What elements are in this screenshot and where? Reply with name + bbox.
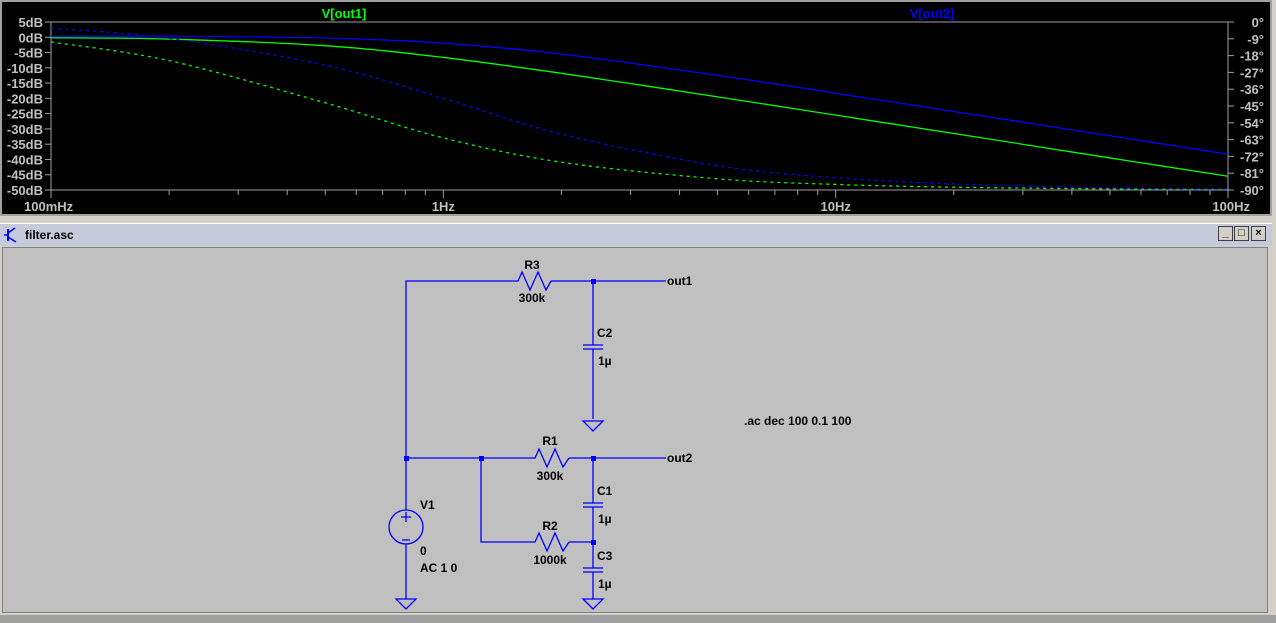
y-right-tick-label: -63° bbox=[1240, 133, 1264, 148]
v1-name: V1 bbox=[420, 498, 435, 512]
y-left-tick-label: -10dB bbox=[7, 61, 43, 76]
y-right-tick-label: -27° bbox=[1240, 65, 1264, 80]
net-label-out2[interactable]: out2 bbox=[667, 451, 693, 465]
y-left-tick-label: -5dB bbox=[14, 46, 43, 61]
trace-vout2-phase bbox=[50, 27, 1229, 190]
schematic-window-titlebar[interactable]: filter.asc _ □ × bbox=[0, 223, 1272, 246]
y-left-tick-label: -40dB bbox=[7, 152, 43, 167]
trace-vout2-magnitude bbox=[50, 35, 1229, 155]
y-left-tick-label: -30dB bbox=[7, 122, 43, 137]
y-left-tick-label: -20dB bbox=[7, 91, 43, 106]
c3-name: C3 bbox=[597, 549, 613, 563]
resistor-r3[interactable] bbox=[514, 270, 552, 292]
schematic-window-title: filter.asc bbox=[25, 228, 74, 242]
y-right-tick-label: -54° bbox=[1240, 116, 1264, 131]
trace-vout1-magnitude bbox=[50, 37, 1229, 177]
y-right-tick-label: -9° bbox=[1247, 32, 1264, 47]
y-right-tick-label: -81° bbox=[1240, 166, 1264, 181]
resistor-r1[interactable] bbox=[531, 447, 570, 469]
plot-axes: 5dB0dB-5dB-10dB-15dB-20dB-25dB-30dB-35dB… bbox=[7, 15, 1264, 214]
x-tick-label: 10Hz bbox=[820, 199, 851, 214]
plot-traces bbox=[50, 27, 1229, 191]
x-tick-label: 1Hz bbox=[432, 199, 456, 214]
y-right-tick-label: 0° bbox=[1252, 15, 1264, 30]
y-left-tick-label: -15dB bbox=[7, 76, 43, 91]
ground-icon bbox=[394, 598, 418, 610]
c3-value[interactable]: 1µ bbox=[598, 577, 612, 591]
waveform-plot-pane[interactable]: 5dB 0dB -5dB -10dB -15dB -20dB -25dB -30dB -35dB… bbox=[0, 0, 1272, 216]
close-button[interactable]: × bbox=[1251, 226, 1266, 241]
r1-name: R1 bbox=[542, 434, 558, 448]
y-left-tick-label: 0dB bbox=[18, 30, 43, 45]
y-right-tick-label: -72° bbox=[1240, 149, 1264, 164]
capacitor-c2[interactable] bbox=[583, 344, 603, 350]
v1-ac-value[interactable]: AC 1 0 bbox=[420, 561, 458, 575]
v1-value[interactable]: 0 bbox=[420, 544, 427, 558]
y-left-tick-label: -50dB bbox=[7, 183, 43, 198]
r3-value[interactable]: 300k bbox=[519, 291, 546, 305]
schematic-canvas[interactable]: R3 300k C2 1µ R1 300k C1 1µ R2 1000k C3 … bbox=[2, 247, 1268, 613]
x-tick-label: 100mHz bbox=[24, 199, 74, 214]
c2-name: C2 bbox=[597, 326, 613, 340]
r2-value[interactable]: 1000k bbox=[533, 553, 567, 567]
y-left-tick-label: -35dB bbox=[7, 137, 43, 152]
c1-name: C1 bbox=[597, 484, 613, 498]
junction-dot bbox=[404, 456, 409, 461]
y-right-tick-label: -90° bbox=[1240, 183, 1264, 198]
wire[interactable] bbox=[480, 458, 531, 543]
r2-name: R2 bbox=[542, 519, 558, 533]
junction-dot bbox=[479, 456, 484, 461]
capacitor-c1[interactable] bbox=[583, 502, 603, 508]
junction-dot bbox=[591, 456, 596, 461]
c1-value[interactable]: 1µ bbox=[598, 512, 612, 526]
capacitor-c3[interactable] bbox=[583, 567, 603, 573]
trace-label-out1[interactable]: V[out1] bbox=[322, 6, 367, 21]
c2-value[interactable]: 1µ bbox=[598, 354, 612, 368]
y-left-tick-label: -45dB bbox=[7, 168, 43, 183]
y-left-tick-label: -25dB bbox=[7, 107, 43, 122]
y-right-tick-label: -45° bbox=[1240, 99, 1264, 114]
y-right-tick-label: -36° bbox=[1240, 82, 1264, 97]
r3-name: R3 bbox=[524, 258, 540, 272]
resistor-r2[interactable] bbox=[531, 531, 570, 553]
minimize-button[interactable]: _ bbox=[1218, 226, 1233, 241]
net-label-out1[interactable]: out1 bbox=[667, 274, 693, 288]
transistor-icon bbox=[4, 227, 17, 243]
junction-dot bbox=[591, 540, 596, 545]
y-right-tick-label: -18° bbox=[1240, 49, 1264, 64]
ground-icon bbox=[581, 420, 605, 432]
trace-label-out2[interactable]: V[out2] bbox=[910, 6, 955, 21]
x-tick-label: 100Hz bbox=[1212, 199, 1250, 214]
r1-value[interactable]: 300k bbox=[537, 469, 564, 483]
window-frame-bottom bbox=[0, 615, 1276, 623]
junction-dot bbox=[591, 279, 596, 284]
y-left-tick-label: 5dB bbox=[18, 15, 43, 30]
spice-directive[interactable]: .ac dec 100 0.1 100 bbox=[744, 414, 852, 428]
voltage-source-v1[interactable] bbox=[388, 509, 424, 545]
ground-icon bbox=[581, 598, 605, 610]
maximize-button[interactable]: □ bbox=[1234, 226, 1249, 241]
bode-plot[interactable]: 5dB0dB-5dB-10dB-15dB-20dB-25dB-30dB-35dB… bbox=[2, 2, 1274, 218]
wire[interactable] bbox=[405, 280, 514, 510]
